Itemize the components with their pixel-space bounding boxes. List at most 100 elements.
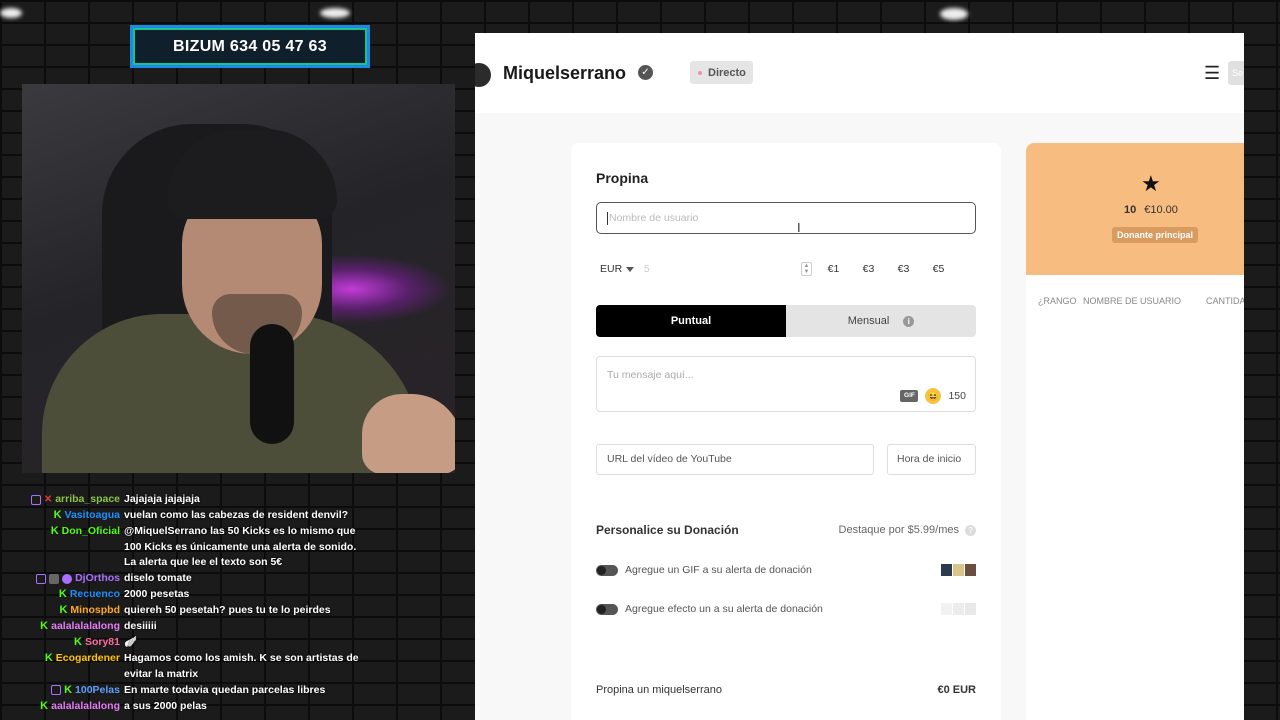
- chat-message: K Recuenco 2000 pesetas: [0, 587, 470, 603]
- chat-username[interactable]: aalalalalalong: [51, 619, 120, 635]
- chat-username[interactable]: arriba_space: [55, 492, 120, 508]
- char-count: 150: [948, 390, 966, 402]
- personalize-title: Personalice su Donación: [596, 523, 739, 537]
- kick-badge-icon: K: [64, 683, 73, 696]
- preset-amount-button[interactable]: €5: [921, 263, 956, 275]
- live-dot-icon: [698, 70, 702, 75]
- one-time-button[interactable]: Puntual: [596, 305, 786, 337]
- chat-message-meta: DjOrthos: [0, 571, 124, 587]
- chat-username[interactable]: Ecogardener: [56, 651, 120, 667]
- chat-feed: ✕ arriba_space Jajajaja jajajaja K Vasitoagu…: [0, 492, 470, 715]
- column-rank[interactable]: ¿RANGO: [1038, 296, 1077, 306]
- live-badge: Directo: [690, 61, 753, 84]
- tip-label: Propina un miquelserrano: [596, 684, 722, 696]
- username-placeholder: Nombre de usuario: [609, 212, 699, 224]
- chat-username[interactable]: Vasitoagua: [65, 508, 120, 524]
- chat-text: a sus 2000 pelas: [124, 699, 207, 712]
- column-amount[interactable]: CANTIDA: [1206, 296, 1244, 306]
- text-cursor-icon: I: [797, 220, 801, 235]
- stepper-icon[interactable]: ▲ ▼: [801, 262, 812, 276]
- chat-message: K Vasitoagua vuelan como las cabezas de re…: [0, 508, 470, 524]
- kick-badge-icon: K: [40, 699, 49, 712]
- chat-message: Kaalalalalalong a sus 2000 pelas: [0, 699, 470, 715]
- gif-toggle-switch[interactable]: [596, 564, 618, 576]
- chat-text: Jajajaja jajajaja: [124, 493, 200, 505]
- ceiling-light: [940, 8, 968, 20]
- preset-amount-button[interactable]: €3: [886, 263, 921, 275]
- currency-select[interactable]: EUR: [596, 263, 644, 275]
- preset-amount-button[interactable]: €3: [851, 263, 886, 275]
- sub-badge-icon: [62, 573, 73, 584]
- tip-summary-row: Propina un miquelserrano €0 EUR: [596, 684, 976, 696]
- chat-text: @MiquelSerrano las 50 Kicks es lo mismo …: [124, 525, 357, 568]
- chat-username[interactable]: Don_Oficial: [62, 524, 120, 540]
- info-icon[interactable]: i: [903, 315, 915, 327]
- chat-username[interactable]: Minospbd: [70, 603, 120, 619]
- chat-message: Kaalalalalalong desiiiii: [0, 619, 470, 635]
- donor-amount: €10.00: [1144, 204, 1178, 216]
- top-donor-header: ★ 10 €10.00 Donante principal: [1026, 143, 1244, 275]
- chat-username[interactable]: Recuenco: [70, 587, 120, 603]
- amount-input[interactable]: 5 ▲ ▼: [644, 254, 816, 284]
- top-donor-badge: Donante principal: [1112, 227, 1199, 243]
- chat-text: En marte todavia quedan parcelas libres: [124, 683, 326, 696]
- youtube-url-input[interactable]: URL del vídeo de YouTube: [596, 444, 874, 475]
- username-input[interactable]: Nombre de usuario: [596, 202, 976, 234]
- chat-text: vuelan como las cabezas de resident denv…: [124, 509, 349, 521]
- webcam-feed: [22, 84, 455, 473]
- chat-message-meta: K Ecogardener: [0, 651, 124, 667]
- chat-text: 2000 pesetas: [124, 588, 190, 600]
- gif-option-row: Agregue un GIF a su alerta de donación: [596, 562, 976, 578]
- chat-message: K 100Pelas En marte todavia quedan parcela…: [0, 683, 470, 699]
- chat-username[interactable]: 100Pelas: [75, 683, 120, 699]
- gif-icon[interactable]: GIF: [900, 390, 919, 402]
- effect-toggle-switch[interactable]: [596, 603, 618, 615]
- kick-badge-icon: K: [44, 652, 53, 665]
- amount-placeholder: 5: [644, 263, 650, 275]
- x-badge-icon: ✕: [43, 493, 53, 505]
- start-time-input[interactable]: Hora de inicio: [887, 444, 976, 475]
- bizum-banner: BIZUM 634 05 47 63: [130, 25, 370, 68]
- rank-star-icon: ★: [1141, 171, 1161, 196]
- highlight-price: Destaque por $5.99/mes ?: [839, 524, 976, 536]
- twitch-badge-icon: [36, 573, 47, 584]
- verified-icon: ✓: [638, 65, 653, 80]
- donor-stats: 10 €10.00: [1124, 204, 1178, 216]
- kick-badge-icon: K: [74, 636, 82, 649]
- chat-username[interactable]: Sory81: [85, 635, 120, 651]
- hamburger-menu-icon[interactable]: ☰: [1204, 64, 1220, 82]
- chat-username[interactable]: DjOrthos: [75, 571, 120, 587]
- help-icon[interactable]: ?: [965, 524, 976, 536]
- avatar[interactable]: [475, 63, 491, 87]
- chat-username[interactable]: aalalalalalong: [51, 699, 120, 715]
- chat-message-meta: K Don_Oficial: [0, 524, 124, 540]
- chat-message: K Ecogardener Hagamos como los amish. K se…: [0, 651, 470, 682]
- message-textarea[interactable]: Tu mensaje aquí... GIF 😆 150: [596, 356, 976, 412]
- chat-text: 🪽: [124, 636, 138, 648]
- chat-message: K Minospbd quiereh 50 pesetah? pues tu te …: [0, 603, 470, 619]
- monthly-button[interactable]: Mensual i: [786, 305, 976, 337]
- chat-text: desiiiii: [124, 620, 157, 632]
- chat-message-meta: K Recuenco: [0, 587, 124, 603]
- chat-message: K Don_Oficial @MiquelSerrano las 50 Kicks …: [0, 524, 470, 571]
- highlight-price-label: Destaque por $5.99/mes: [838, 524, 959, 536]
- effect-option-label: Agregue efecto un a su alerta de donació…: [625, 603, 823, 615]
- mod-badge-icon: [49, 573, 60, 584]
- message-placeholder: Tu mensaje aquí...: [607, 369, 694, 381]
- kick-badge-icon: K: [58, 588, 67, 601]
- chevron-down-icon: [626, 266, 635, 272]
- gif-option-label: Agregue un GIF a su alerta de donación: [625, 564, 812, 576]
- streamer-name[interactable]: Miquelserrano: [503, 63, 626, 84]
- column-username[interactable]: NOMBRE DE USUARIO: [1083, 296, 1196, 306]
- kick-badge-icon: K: [59, 604, 68, 617]
- donation-card: Propina Nombre de usuario I EUR 5 ▲ ▼ €1 …: [571, 143, 1001, 720]
- side-button[interactable]: Se: [1228, 61, 1244, 85]
- emoji-icon[interactable]: 😆: [925, 388, 942, 404]
- kick-badge-icon: K: [50, 525, 59, 538]
- ceiling-light: [320, 8, 350, 18]
- chat-message-meta: K Sory81: [0, 635, 124, 651]
- preset-amount-button[interactable]: €1: [816, 263, 851, 275]
- chat-message-meta: ✕ arriba_space: [0, 492, 124, 508]
- microphone: [250, 324, 294, 444]
- live-label: Directo: [708, 66, 746, 79]
